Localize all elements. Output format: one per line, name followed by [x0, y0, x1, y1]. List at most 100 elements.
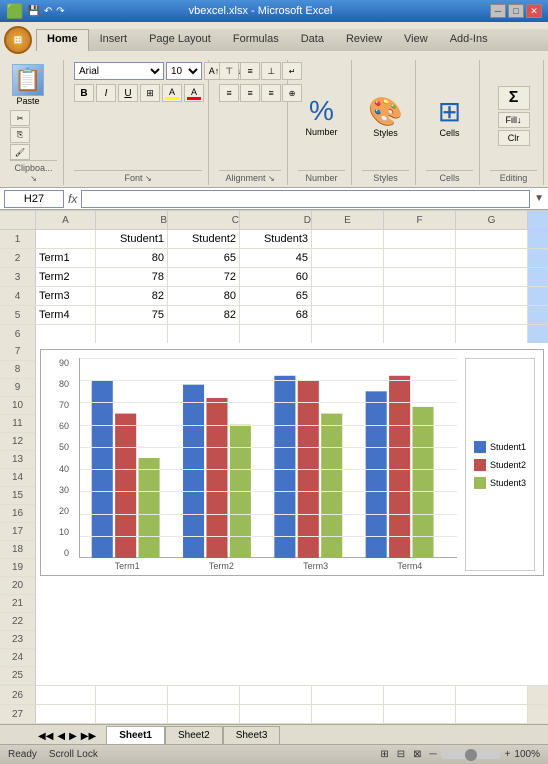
align-bottom-button[interactable]: ⊥ — [261, 62, 281, 80]
cell-D3[interactable]: 60 — [240, 268, 312, 286]
quick-access-redo[interactable]: ↷ — [56, 6, 64, 17]
cell-H3[interactable] — [528, 268, 548, 286]
zoom-slider[interactable] — [441, 751, 501, 759]
cell-C6[interactable] — [168, 325, 240, 343]
cell-A27[interactable] — [36, 705, 96, 723]
copy-button[interactable]: ⎘ — [10, 127, 30, 143]
sum-button[interactable]: Σ — [498, 86, 530, 110]
col-header-E[interactable]: E — [312, 211, 384, 229]
cell-C4[interactable]: 80 — [168, 287, 240, 305]
close-button[interactable]: ✕ — [526, 4, 542, 18]
cell-F27[interactable] — [384, 705, 456, 723]
cell-H5[interactable] — [528, 306, 548, 324]
font-size-select[interactable]: 10 — [166, 62, 202, 80]
cell-A4[interactable]: Term3 — [36, 287, 96, 305]
cell-F6[interactable] — [384, 325, 456, 343]
cell-F26[interactable] — [384, 686, 456, 704]
sheet-tab-2[interactable]: Sheet2 — [165, 726, 223, 744]
cell-E1[interactable] — [312, 230, 384, 248]
tab-review[interactable]: Review — [335, 29, 393, 51]
col-header-F[interactable]: F — [384, 211, 456, 229]
font-family-select[interactable]: Arial — [74, 62, 164, 80]
expand-formula-bar[interactable]: ▼ — [534, 193, 544, 204]
cut-button[interactable]: ✂ — [10, 110, 30, 126]
cell-B4[interactable]: 82 — [96, 287, 168, 305]
cell-C27[interactable] — [168, 705, 240, 723]
col-header-C[interactable]: C — [168, 211, 240, 229]
cell-D2[interactable]: 45 — [240, 249, 312, 267]
cell-G5[interactable] — [456, 306, 528, 324]
cell-G3[interactable] — [456, 268, 528, 286]
cell-F5[interactable] — [384, 306, 456, 324]
italic-button[interactable]: I — [96, 84, 116, 102]
view-preview-icon[interactable]: ⊠ — [413, 749, 421, 760]
tab-home[interactable]: Home — [36, 29, 89, 51]
tab-view[interactable]: View — [393, 29, 439, 51]
cell-F1[interactable] — [384, 230, 456, 248]
col-header-H[interactable]: H — [528, 211, 548, 229]
cell-C2[interactable]: 65 — [168, 249, 240, 267]
cell-B2[interactable]: 80 — [96, 249, 168, 267]
number-format-button[interactable]: % Number — [301, 93, 341, 139]
cell-F2[interactable] — [384, 249, 456, 267]
cell-A3[interactable]: Term2 — [36, 268, 96, 286]
cell-D6[interactable] — [240, 325, 312, 343]
cell-A6[interactable] — [36, 325, 96, 343]
tab-addins[interactable]: Add-Ins — [439, 29, 499, 51]
cell-C1[interactable]: Student2 — [168, 230, 240, 248]
bold-button[interactable]: B — [74, 84, 94, 102]
cell-A26[interactable] — [36, 686, 96, 704]
zoom-slider-thumb[interactable] — [465, 749, 477, 761]
cell-C3[interactable]: 72 — [168, 268, 240, 286]
cell-D5[interactable]: 68 — [240, 306, 312, 324]
view-layout-icon[interactable]: ⊟ — [397, 749, 405, 760]
cell-B27[interactable] — [96, 705, 168, 723]
sheet-nav-next[interactable]: ▶ — [67, 729, 79, 744]
cell-E26[interactable] — [312, 686, 384, 704]
format-painter-button[interactable]: 🖌 — [10, 144, 30, 160]
cell-reference[interactable]: H27 — [4, 190, 64, 208]
underline-button[interactable]: U — [118, 84, 138, 102]
cell-F3[interactable] — [384, 268, 456, 286]
font-color-button[interactable]: A — [184, 84, 204, 102]
align-right-button[interactable]: ≡ — [261, 84, 281, 102]
sheet-nav-prev[interactable]: ◀ — [55, 729, 67, 744]
quick-access-save[interactable]: 💾 — [27, 6, 39, 17]
cell-D27[interactable] — [240, 705, 312, 723]
cell-D4[interactable]: 65 — [240, 287, 312, 305]
align-middle-button[interactable]: ≡ — [240, 62, 260, 80]
tab-data[interactable]: Data — [290, 29, 335, 51]
cell-E3[interactable] — [312, 268, 384, 286]
cell-C26[interactable] — [168, 686, 240, 704]
chart-area[interactable]: 90 80 70 60 50 40 30 20 10 0 — [36, 343, 548, 686]
cell-H6[interactable] — [528, 325, 548, 343]
cell-B6[interactable] — [96, 325, 168, 343]
cell-G26[interactable] — [456, 686, 528, 704]
cell-G27[interactable] — [456, 705, 528, 723]
align-center-button[interactable]: ≡ — [240, 84, 260, 102]
align-top-button[interactable]: ⊤ — [219, 62, 239, 80]
formula-input[interactable] — [81, 190, 530, 208]
minimize-button[interactable]: ─ — [490, 4, 506, 18]
cell-H26[interactable] — [528, 686, 548, 704]
sheet-nav-left[interactable]: ◀◀ — [36, 729, 55, 744]
col-header-A[interactable]: A — [36, 211, 96, 229]
cell-B1[interactable]: Student1 — [96, 230, 168, 248]
cell-E27[interactable] — [312, 705, 384, 723]
col-header-G[interactable]: G — [456, 211, 528, 229]
cell-E4[interactable] — [312, 287, 384, 305]
tab-insert[interactable]: Insert — [89, 29, 139, 51]
tab-page-layout[interactable]: Page Layout — [138, 29, 222, 51]
cell-B26[interactable] — [96, 686, 168, 704]
col-header-D[interactable]: D — [240, 211, 312, 229]
cell-E2[interactable] — [312, 249, 384, 267]
office-button[interactable]: ⊞ — [4, 26, 32, 54]
clear-button[interactable]: Clr — [498, 130, 530, 146]
cell-H2[interactable] — [528, 249, 548, 267]
cell-H27[interactable] — [528, 705, 548, 723]
cell-B3[interactable]: 78 — [96, 268, 168, 286]
paste-button[interactable]: 📋 Paste — [10, 62, 46, 108]
cell-D1[interactable]: Student3 — [240, 230, 312, 248]
sheet-tab-3[interactable]: Sheet3 — [223, 726, 281, 744]
cell-G2[interactable] — [456, 249, 528, 267]
